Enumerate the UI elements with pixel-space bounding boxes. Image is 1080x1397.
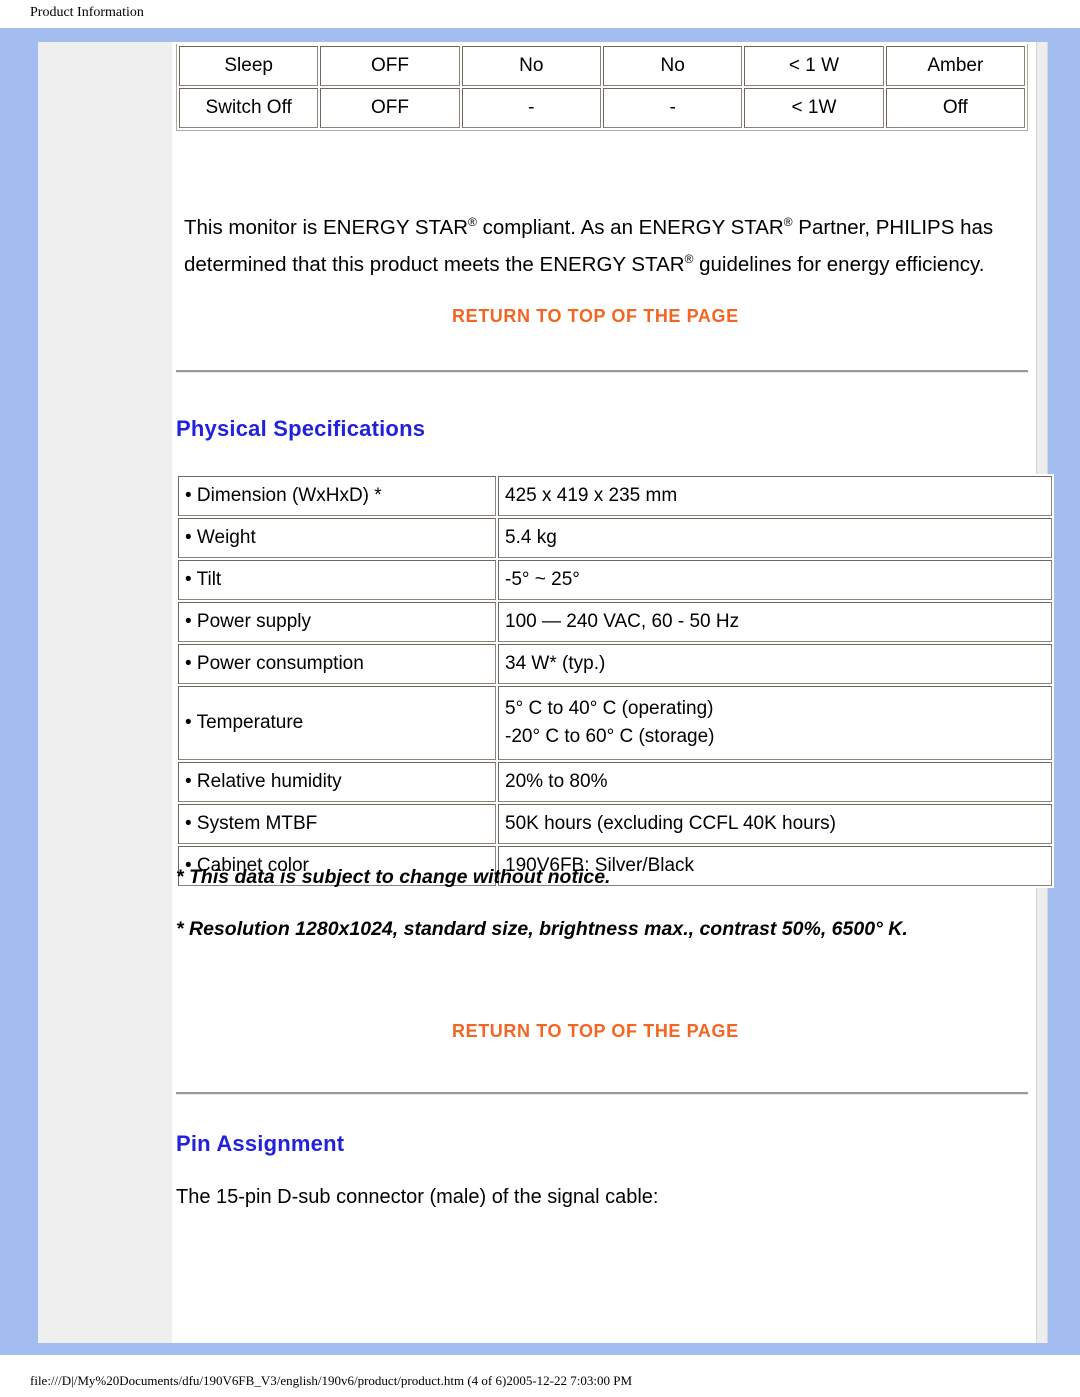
table-row: Sleep OFF No No < 1 W Amber — [179, 46, 1025, 86]
physical-specifications-heading: Physical Specifications — [176, 416, 426, 441]
spec-label: • System MTBF — [178, 804, 496, 844]
pin-assignment-heading: Pin Assignment — [176, 1131, 345, 1156]
registered-mark-icon: ® — [783, 214, 793, 229]
return-to-top-link[interactable]: RETURN TO TOP OF THE PAGE — [452, 1021, 739, 1042]
pm-cell-video: OFF — [320, 46, 460, 86]
pm-cell-mode: Sleep — [179, 46, 319, 86]
footnote-resolution: * Resolution 1280x1024, standard size, b… — [176, 918, 908, 940]
spec-label: • Tilt — [178, 560, 496, 600]
return-to-top-link[interactable]: RETURN TO TOP OF THE PAGE — [452, 306, 739, 327]
spec-value: 50K hours (excluding CCFL 40K hours) — [498, 804, 1052, 844]
pm-cell-mode: Switch Off — [179, 88, 319, 128]
pin-assignment-body: The 15-pin D-sub connector (male) of the… — [176, 1186, 659, 1208]
print-page-footer: file:///D|/My%20Documents/dfu/190V6FB_V3… — [0, 1355, 1080, 1397]
footnote-data-change: * This data is subject to change without… — [176, 866, 611, 888]
section-divider — [176, 370, 1028, 373]
table-row: • Dimension (WxHxD) * 425 x 419 x 235 mm — [178, 476, 1052, 516]
pm-cell-power: < 1 W — [744, 46, 884, 86]
energy-star-text-1: This monitor is ENERGY STAR — [184, 215, 469, 239]
spec-value: 100 — 240 VAC, 60 - 50 Hz — [498, 602, 1052, 642]
energy-star-text-4: guidelines for energy efficiency. — [693, 253, 985, 277]
table-row: • Temperature 5° C to 40° C (operating) -… — [178, 686, 1052, 760]
table-row: • Relative humidity 20% to 80% — [178, 762, 1052, 802]
table-row: • System MTBF 50K hours (excluding CCFL … — [178, 804, 1052, 844]
table-row: • Power supply 100 — 240 VAC, 60 - 50 Hz — [178, 602, 1052, 642]
registered-mark-icon: ® — [468, 214, 477, 229]
section-divider — [176, 1092, 1028, 1095]
pm-cell-vsync: - — [602, 88, 743, 128]
spec-value: 425 x 419 x 235 mm — [498, 476, 1052, 516]
footer-path: file:///D|/My%20Documents/dfu/190V6FB_V3… — [30, 1373, 633, 1388]
energy-star-text-2: compliant. As an ENERGY STAR — [476, 215, 784, 239]
pm-cell-power: < 1W — [744, 88, 884, 128]
physical-specifications-table: • Dimension (WxHxD) * 425 x 419 x 235 mm… — [176, 474, 1054, 888]
page-title: Product Information — [30, 5, 144, 20]
spec-label: • Temperature — [178, 686, 496, 760]
pm-cell-hsync: No — [461, 46, 601, 86]
pm-cell-led: Off — [885, 88, 1025, 128]
spec-value: 34 W* (typ.) — [498, 644, 1052, 684]
energy-star-paragraph: This monitor is ENERGY STAR® compliant. … — [184, 206, 1020, 282]
pm-cell-video: OFF — [320, 88, 460, 128]
print-page-header: Product Information — [0, 0, 1080, 28]
spec-label: • Power consumption — [178, 644, 496, 684]
spec-label: • Dimension (WxHxD) * — [178, 476, 496, 516]
table-row: Switch Off OFF - - < 1W Off — [179, 88, 1025, 128]
spec-value: -5° ~ 25° — [498, 560, 1052, 600]
pm-cell-led: Amber — [885, 46, 1025, 86]
spec-label: • Weight — [178, 518, 496, 558]
spec-label: • Power supply — [178, 602, 496, 642]
sidebar-column — [38, 42, 172, 1343]
spec-value: 5° C to 40° C (operating) -20° C to 60° C… — [498, 686, 1052, 760]
spec-value: 20% to 80% — [498, 762, 1052, 802]
power-management-table: Sleep OFF No No < 1 W Amber Switch Off O… — [176, 44, 1028, 131]
table-row: • Weight 5.4 kg — [178, 518, 1052, 558]
spec-label: • Relative humidity — [178, 762, 496, 802]
pm-cell-hsync: - — [461, 88, 601, 128]
table-row: • Tilt -5° ~ 25° — [178, 560, 1052, 600]
table-row: • Power consumption 34 W* (typ.) — [178, 644, 1052, 684]
spec-value: 5.4 kg — [498, 518, 1052, 558]
pm-cell-vsync: No — [602, 46, 743, 86]
